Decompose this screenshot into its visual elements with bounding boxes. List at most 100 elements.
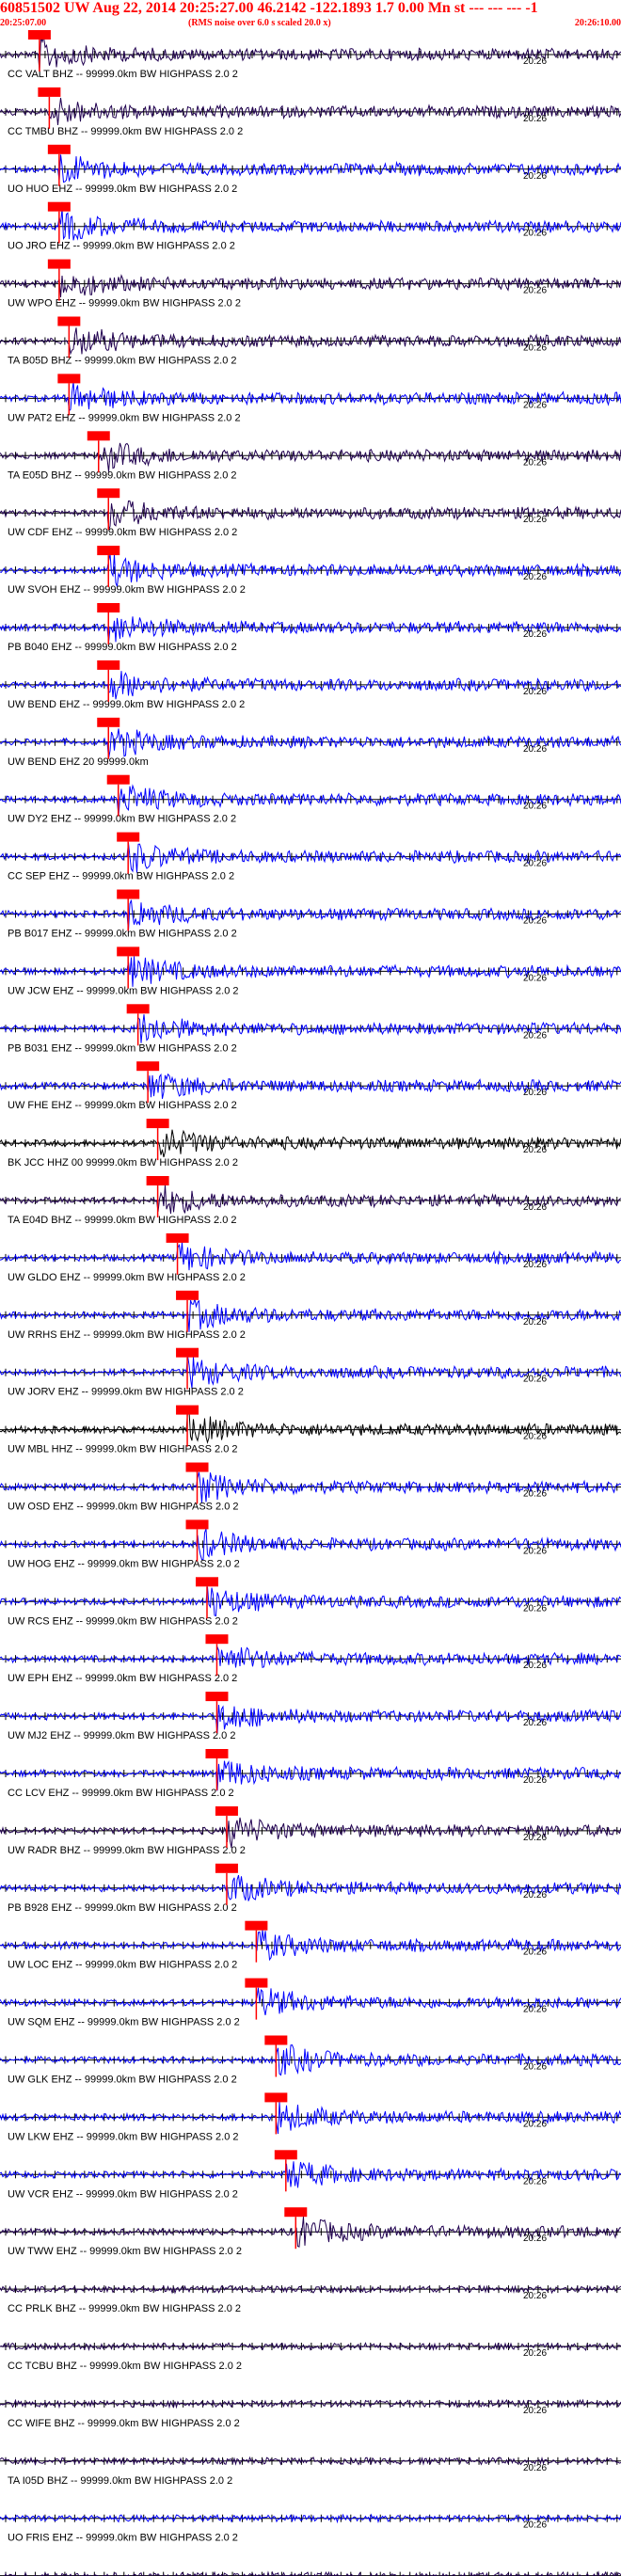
trace-6: UW PAT2 EHZ -- 99999.0km BW HIGHPASS 2.0… (0, 374, 621, 423)
pick-marker (215, 1805, 238, 1816)
time-tick-label: 20:26 (523, 171, 547, 182)
pick-marker (136, 1061, 160, 1072)
time-tick-label: 20:26 (523, 802, 547, 812)
time-tick-label: 20:26 (523, 2348, 547, 2359)
pick-marker (205, 1749, 229, 1758)
station-label: UW GLK EHZ -- 99999.0km BW HIGHPASS 2.0 … (8, 2075, 237, 2086)
trace-16: UW JCW EHZ -- 99999.0km BW HIGHPASS 2.0 … (0, 946, 621, 996)
trace-26: UW HOG EHZ -- 99999.0km BW HIGHPASS 2.0 … (0, 1519, 621, 1569)
trace-13: UW DY2 EHZ -- 99999.0km BW HIGHPASS 2.0 … (0, 774, 621, 825)
trace-5: TA B05D BHZ -- 99999.0km BW HIGHPASS 2.0… (0, 316, 621, 367)
time-tick-label: 20:26 (523, 114, 547, 124)
station-label: UW RRHS EHZ -- 99999.0km BW HIGHPASS 2.0… (8, 1329, 246, 1341)
pick-marker (245, 1920, 268, 1931)
trace-10: PB B040 EHZ -- 99999.0km BW HIGHPASS 2.0… (0, 603, 621, 653)
time-tick-label: 20:26 (523, 973, 547, 983)
pick-marker (97, 488, 120, 499)
pick-marker (97, 603, 120, 612)
trace-41: CC WIFE BHZ -- 99999.0km BW HIGHPASS 2.0… (0, 2398, 621, 2429)
station-label: UW SVOH EHZ -- 99999.0km BW HIGHPASS 2.0… (8, 584, 246, 596)
trace-12: UW BEND EHZ 20 99999.0km 20:26 (0, 717, 621, 768)
time-tick-label: 20:26 (523, 1145, 547, 1155)
station-label: UW MBL HHZ -- 99999.0km BW HIGHPASS 2.0 … (8, 1444, 238, 1455)
station-label: UW JORV EHZ -- 99999.0km BW HIGHPASS 2.0… (8, 1387, 244, 1398)
time-tick-label: 20:26 (523, 1030, 547, 1041)
trace-9: UW SVOH EHZ -- 99999.0km BW HIGHPASS 2.0… (0, 546, 621, 596)
station-label: CC SEP EHZ -- 99999.0km BW HIGHPASS 2.0 … (8, 871, 234, 883)
station-label: UW FHE EHZ -- 99999.0km BW HIGHPASS 2.0 … (8, 1100, 237, 1111)
station-label: UW RCS EHZ -- 99999.0km BW HIGHPASS 2.0 … (8, 1615, 238, 1627)
station-label: CC VALT BHZ -- 99999.0km BW HIGHPASS 2.0… (8, 69, 238, 80)
time-tick-label: 20:26 (523, 744, 547, 755)
pick-marker (264, 2035, 288, 2045)
pick-marker (117, 889, 140, 899)
time-tick-label: 20:26 (523, 916, 547, 927)
station-label: UW HOG EHZ -- 99999.0km BW HIGHPASS 2.0 … (8, 1558, 240, 1569)
station-label: UW TWW EHZ -- 99999.0km BW HIGHPASS 2.0 … (8, 2246, 242, 2257)
station-label: CC WIFE BHZ -- 99999.0km BW HIGHPASS 2.0… (8, 2418, 240, 2429)
trace-17: PB B031 EHZ -- 99999.0km BW HIGHPASS 2.0… (0, 1004, 621, 1054)
trace-27: UW RCS EHZ -- 99999.0km BW HIGHPASS 2.0 … (0, 1577, 621, 1627)
pick-marker (47, 144, 71, 154)
time-tick-label: 20:26 (523, 229, 547, 239)
trace-1: CC TMBU BHZ -- 99999.0km BW HIGHPASS 2.0… (0, 87, 621, 137)
time-tick-label: 20:26 (523, 1833, 547, 1843)
pick-marker (27, 30, 51, 40)
station-label: UW CDF EHZ -- 99999.0km BW HIGHPASS 2.0 … (8, 527, 237, 538)
station-label: UW OSD EHZ -- 99999.0km BW HIGHPASS 2.0 … (8, 1502, 239, 1513)
pick-marker (97, 717, 120, 727)
trace-19: BK JCC HHZ 00 99999.0km BW HIGHPASS 2.0 … (0, 1119, 621, 1169)
trace-11: UW BEND EHZ -- 99999.0km BW HIGHPASS 2.0… (0, 660, 621, 710)
station-label: UW LKW EHZ -- 99999.0km BW HIGHPASS 2.0 … (8, 2131, 239, 2142)
seismogram-plot: CC VALT BHZ -- 99999.0km BW HIGHPASS 2.0… (0, 30, 621, 2576)
time-tick-label: 20:26 (523, 2176, 547, 2186)
station-label: PB B031 EHZ -- 99999.0km BW HIGHPASS 2.0… (8, 1042, 237, 1054)
pick-marker (117, 832, 140, 842)
pick-marker (106, 774, 130, 785)
time-tick-label: 20:26 (523, 2520, 547, 2531)
pick-marker (215, 1863, 238, 1873)
station-label: UO FRIS EHZ -- 99999.0km BW HIGHPASS 2.0… (8, 2533, 238, 2544)
pick-marker (97, 546, 120, 556)
pick-marker (57, 374, 81, 384)
station-label: TA I05D BHZ -- 99999.0km BW HIGHPASS 2.0… (8, 2475, 232, 2487)
pick-marker (284, 2207, 308, 2218)
time-tick-label: 20:26 (523, 1202, 547, 1213)
time-tick-label: 20:26 (523, 2119, 547, 2129)
station-label: UW EPH EHZ -- 99999.0km BW HIGHPASS 2.0 … (8, 1673, 237, 1684)
time-tick-label: 20:26 (523, 2005, 547, 2015)
pick-marker (146, 1176, 169, 1185)
trace-4: UW WPO EHZ -- 99999.0km BW HIGHPASS 2.0 … (0, 259, 621, 310)
time-tick-label: 20:26 (523, 687, 547, 697)
station-label: UW LOC EHZ -- 99999.0km BW HIGHPASS 2.0 … (8, 1960, 237, 1971)
trace-15: PB B017 EHZ -- 99999.0km BW HIGHPASS 2.0… (0, 889, 621, 940)
station-label: UW PAT2 EHZ -- 99999.0km BW HIGHPASS 2.0… (8, 412, 241, 423)
trace-39: CC PRLK BHZ -- 99999.0km BW HIGHPASS 2.0… (0, 2284, 621, 2314)
time-tick-label: 20:26 (523, 629, 547, 640)
pick-marker (38, 87, 61, 97)
pick-marker (117, 946, 140, 957)
station-label: CC TCBU BHZ -- 99999.0km BW HIGHPASS 2.0… (8, 2361, 242, 2372)
time-tick-label: 20:26 (523, 2406, 547, 2416)
station-label: CC PRLK BHZ -- 99999.0km BW HIGHPASS 2.0… (8, 2303, 241, 2314)
pick-marker (205, 1634, 229, 1645)
station-label: UW WPO EHZ -- 99999.0km BW HIGHPASS 2.0 … (8, 298, 241, 310)
station-label: CC TMBU BHZ -- 99999.0km BW HIGHPASS 2.0… (8, 126, 243, 137)
time-tick-label: 20:26 (523, 1948, 547, 1958)
time-tick-label: 20:26 (523, 457, 547, 468)
pick-marker (146, 1119, 169, 1129)
trace-20: TA E04D BHZ -- 99999.0km BW HIGHPASS 2.0… (0, 1176, 621, 1226)
trace-42: TA I05D BHZ -- 99999.0km BW HIGHPASS 2.0… (0, 2456, 621, 2487)
trace-33: UW LOC EHZ -- 99999.0km BW HIGHPASS 2.0 … (0, 1920, 621, 1971)
trace-22: UW RRHS EHZ -- 99999.0km BW HIGHPASS 2.0… (0, 1290, 621, 1341)
time-tick-label: 20:26 (523, 1890, 547, 1900)
pick-marker (47, 259, 71, 269)
time-tick-label: 20:26 (523, 1317, 547, 1328)
station-label: UW BEND EHZ 20 99999.0km (8, 756, 149, 768)
pick-marker (176, 1347, 199, 1358)
time-tick-label: 20:26 (523, 1489, 547, 1500)
trace-3: UO JRO EHZ -- 99999.0km BW HIGHPASS 2.0 … (0, 201, 621, 252)
pick-marker (126, 1004, 150, 1014)
time-tick-label: 20:26 (523, 56, 547, 67)
time-tick-label: 20:26 (523, 859, 547, 869)
